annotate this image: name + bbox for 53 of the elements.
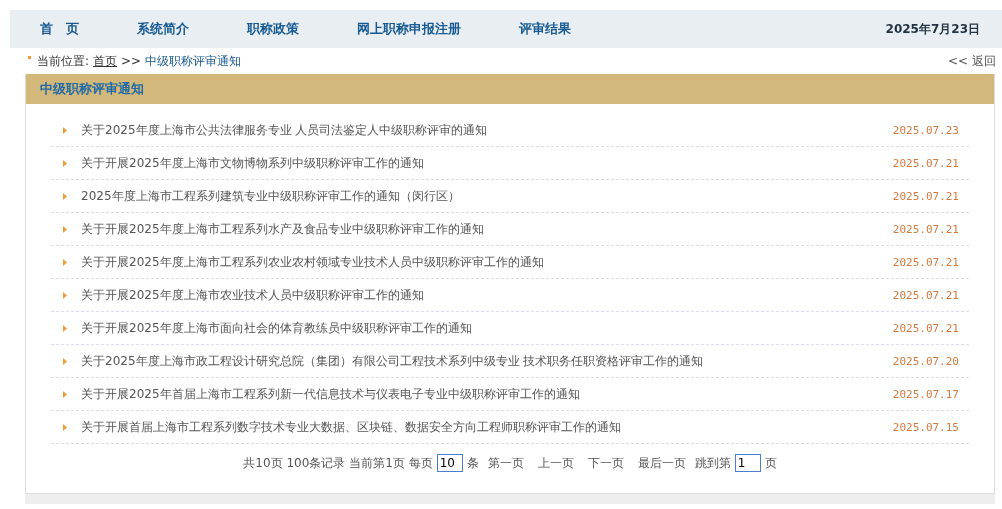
nav-link[interactable]: 网上职称申报注册 [357,20,461,38]
current-date: 2025年7月23日 [885,20,980,38]
jump-page-input[interactable]: 1 [734,454,761,472]
page-summary: 共10页 100条记录 当前第1页 每页 [243,454,433,472]
unit-label: 条 [466,454,479,472]
pagination-link[interactable]: 上一页 [537,454,574,472]
notice-link[interactable]: 关于开展2025年首届上海市工程系列新一代信息技术与仪表电子专业中级职称评审工作的通知 [81,385,580,403]
notice-link[interactable]: 关于开展2025年度上海市工程系列农业农村领域专业技术人员中级职称评审工作的通知 [81,253,544,271]
breadcrumb-current: 中级职称评审通知 [145,52,242,70]
notice-date: 2025.07.15 [892,420,960,434]
breadcrumb-label: 当前位置: [37,52,90,70]
triangle-icon [63,192,67,200]
jump-label: 跳到第 [694,454,731,472]
breadcrumb-separator: >> [121,54,142,68]
pagination-link[interactable]: 下一页 [587,454,624,472]
triangle-icon [63,291,67,299]
triangle-icon [63,225,67,233]
notice-link[interactable]: 关于开展2025年度上海市农业技术人员中级职称评审工作的通知 [81,286,424,304]
notice-date: 2025.07.21 [892,189,960,203]
notice-date: 2025.07.21 [892,222,960,236]
pagination-link[interactable]: 最后一页 [637,454,686,472]
nav-link[interactable]: 系统简介 [137,20,189,38]
notice-date: 2025.07.21 [892,255,960,269]
triangle-icon [63,126,67,134]
back-link[interactable]: << 返回 [948,52,996,70]
notice-link[interactable]: 关于开展首届上海市工程系列数字技术专业大数据、区块链、数据安全方向工程师职称评审工作的通知 [81,418,621,436]
triangle-icon [63,390,67,398]
notice-date: 2025.07.20 [892,354,960,368]
notice-link[interactable]: 关于开展2025年度上海市面向社会的体育教练员中级职称评审工作的通知 [81,319,472,337]
notice-date: 2025.07.21 [892,288,960,302]
notice-date: 2025.07.17 [892,387,960,401]
nav-link[interactable]: 职称政策 [247,20,299,38]
triangle-icon [63,357,67,365]
notice-date: 2025.07.23 [892,123,960,137]
panel-title: 中级职称评审通知 [40,80,144,98]
nav-link[interactable]: 首 页 [40,20,79,38]
notice-date: 2025.07.21 [892,321,960,335]
triangle-icon [63,258,67,266]
triangle-icon [63,324,67,332]
home-link[interactable]: 首页 [93,52,118,70]
notice-link[interactable]: 2025年度上海市工程系列建筑专业中级职称评审工作的通知（闵行区） [81,187,460,205]
notice-link[interactable]: 关于开展2025年度上海市工程系列水产及食品专业中级职称评审工作的通知 [81,220,484,238]
nav-link[interactable]: 评审结果 [519,20,571,38]
page-unit-label: 页 [764,454,777,472]
notice-link[interactable]: 关于开展2025年度上海市文物博物系列中级职称评审工作的通知 [81,154,424,172]
notice-link[interactable]: 关于2025年度上海市政工程设计研究总院（集团）有限公司工程技术系列中级专业 技术职务任职资格评审工作的通知 [81,352,704,370]
notice-date: 2025.07.21 [892,156,960,170]
notice-link[interactable]: 关于2025年度上海市公共法律服务专业 人员司法鉴定人中级职称评审的通知 [81,121,488,139]
bullet-icon [28,56,31,59]
page-size-input[interactable]: 10 [436,454,463,472]
triangle-icon [63,423,67,431]
pagination-link[interactable]: 第一页 [487,454,524,472]
triangle-icon [63,159,67,167]
